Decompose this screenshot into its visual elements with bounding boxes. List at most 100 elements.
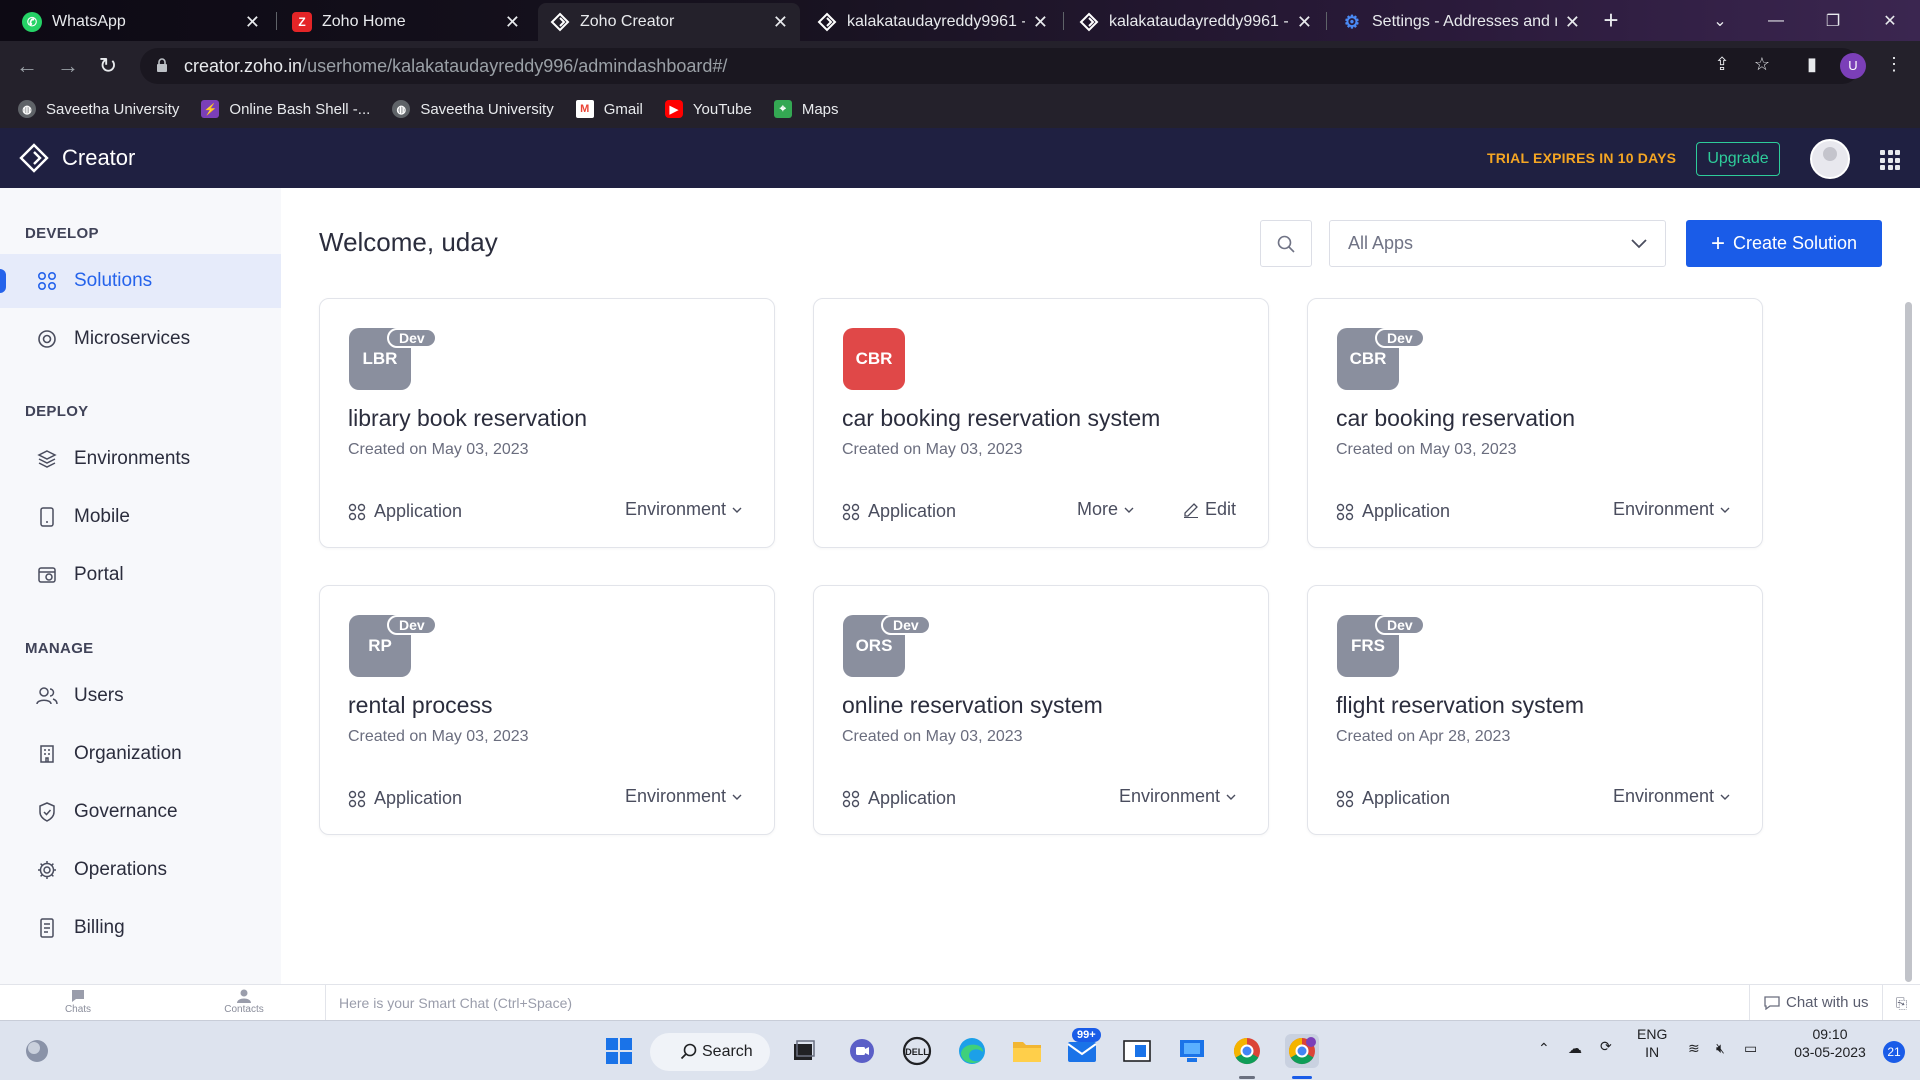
- sidebar-item-microservices[interactable]: Microservices: [0, 312, 281, 366]
- search-button[interactable]: [1260, 220, 1312, 267]
- volume-muted-icon[interactable]: 🔇︎: [1716, 1039, 1725, 1057]
- solution-card[interactable]: FRS Dev flight reservation system Create…: [1307, 585, 1763, 835]
- card-title[interactable]: car booking reservation: [1336, 405, 1575, 432]
- upgrade-button[interactable]: Upgrade: [1696, 142, 1780, 176]
- solution-card[interactable]: RP Dev rental process Created on May 03,…: [319, 585, 775, 835]
- bookmark-youtube[interactable]: ▶ YouTube: [664, 100, 752, 118]
- edit-button[interactable]: Edit: [1183, 499, 1236, 520]
- task-view-icon[interactable]: [787, 1034, 821, 1068]
- sidebar-item-users[interactable]: Users: [0, 669, 281, 723]
- close-tab-icon[interactable]: ✕: [773, 12, 788, 33]
- bookmark-gmail[interactable]: M Gmail: [575, 100, 643, 118]
- side-panel-icon[interactable]: ▮: [1800, 54, 1824, 78]
- language-indicator[interactable]: ENG IN: [1637, 1025, 1667, 1061]
- create-solution-button[interactable]: + Create Solution: [1686, 220, 1882, 267]
- tab-zoho-creator[interactable]: Zoho Creator ✕: [538, 3, 800, 41]
- chrome-profile-icon[interactable]: [1285, 1034, 1319, 1068]
- tab-kalakata-2[interactable]: kalakataudayreddy9961 - c ✕: [1067, 3, 1324, 41]
- chat-expand-icon[interactable]: ⎘: [1882, 985, 1920, 1021]
- dell-icon[interactable]: DELL: [900, 1034, 934, 1068]
- environment-label: Environment: [1118, 786, 1220, 806]
- contacts-button[interactable]: Contacts: [214, 989, 274, 1015]
- tab-whatsapp[interactable]: ✆ WhatsApp ✕: [10, 3, 272, 41]
- wifi-icon[interactable]: ≋: [1688, 1039, 1700, 1057]
- bookmark-star-icon[interactable]: ☆: [1750, 54, 1774, 78]
- weather-widget-icon[interactable]: [20, 1034, 54, 1068]
- forward-button[interactable]: →: [55, 53, 81, 79]
- notification-badge[interactable]: 21: [1883, 1041, 1905, 1063]
- bookmark-bash[interactable]: ⚡ Online Bash Shell -...: [201, 100, 370, 118]
- lock-icon[interactable]: [156, 58, 170, 74]
- share-icon[interactable]: ⇪: [1710, 54, 1734, 78]
- close-tab-icon[interactable]: ✕: [1565, 12, 1580, 33]
- chat-with-us-button[interactable]: Chat with us: [1749, 985, 1869, 1021]
- bookmark-saveetha[interactable]: ◍ Saveetha University: [18, 100, 179, 118]
- back-button[interactable]: ←: [14, 53, 40, 79]
- store-icon[interactable]: [1175, 1034, 1209, 1068]
- environment-dropdown[interactable]: Environment: [625, 786, 742, 807]
- app-filter-dropdown[interactable]: All Apps: [1329, 220, 1666, 267]
- solution-card[interactable]: LBR Dev library book reservation Created…: [319, 298, 775, 548]
- chats-button[interactable]: Chats: [48, 989, 108, 1015]
- new-tab-button[interactable]: +: [1597, 7, 1625, 35]
- sync-icon[interactable]: ⟳: [1600, 1037, 1612, 1055]
- tab-zoho-home[interactable]: Z Zoho Home ✕: [280, 3, 532, 41]
- close-window-button[interactable]: ✕: [1862, 0, 1918, 41]
- chrome-icon[interactable]: [1230, 1034, 1264, 1068]
- minimize-button[interactable]: —: [1748, 0, 1804, 41]
- sidebar-item-governance[interactable]: Governance: [0, 785, 281, 839]
- user-avatar[interactable]: [1810, 139, 1850, 179]
- tray-overflow-chevron-icon[interactable]: ⌃: [1538, 1039, 1550, 1057]
- close-tab-icon[interactable]: ✕: [245, 12, 260, 33]
- clock[interactable]: 09:10 03-05-2023: [1788, 1025, 1872, 1061]
- sidebar-item-billing[interactable]: Billing: [0, 901, 281, 955]
- page-scrollbar[interactable]: [1905, 302, 1912, 982]
- sidebar-item-mobile[interactable]: Mobile: [0, 490, 281, 544]
- card-type-label: Application: [1362, 501, 1451, 521]
- apps-grid-icon[interactable]: [1880, 150, 1900, 170]
- environment-dropdown[interactable]: Environment: [625, 499, 742, 520]
- bookmark-maps[interactable]: ⌖ Maps: [773, 100, 839, 118]
- onedrive-cloud-icon[interactable]: ☁: [1568, 1039, 1582, 1057]
- tab-settings[interactable]: ⚙ Settings - Addresses and m ✕: [1330, 3, 1592, 41]
- tab-search-chevron-icon[interactable]: ⌄: [1692, 0, 1748, 41]
- sidebar-item-solutions[interactable]: Solutions: [0, 254, 281, 308]
- card-title[interactable]: flight reservation system: [1336, 692, 1584, 719]
- environment-dropdown[interactable]: Environment: [1119, 786, 1236, 807]
- close-tab-icon[interactable]: ✕: [1033, 12, 1048, 33]
- sidebar-item-portal[interactable]: Portal: [0, 548, 281, 602]
- environment-dropdown[interactable]: Environment: [1613, 786, 1730, 807]
- close-tab-icon[interactable]: ✕: [1297, 12, 1312, 33]
- environment-dropdown[interactable]: Environment: [1613, 499, 1730, 520]
- sidebar-item-organization[interactable]: Organization: [0, 727, 281, 781]
- menu-kebab-icon[interactable]: ⋮: [1882, 54, 1906, 78]
- solution-card[interactable]: CBR Dev car booking reservation Created …: [1307, 298, 1763, 548]
- profile-avatar[interactable]: U: [1840, 53, 1866, 79]
- tab-kalakata-1[interactable]: kalakataudayreddy9961 - li ✕: [805, 3, 1060, 41]
- window-app-icon[interactable]: [1120, 1034, 1154, 1068]
- smart-chat-input[interactable]: Here is your Smart Chat (Ctrl+Space): [325, 985, 1749, 1021]
- sidebar-item-operations[interactable]: Operations: [0, 843, 281, 897]
- card-title[interactable]: car booking reservation system: [842, 405, 1160, 432]
- solution-card[interactable]: CBR car booking reservation system Creat…: [813, 298, 1269, 548]
- windows-start-icon[interactable]: [602, 1034, 636, 1068]
- creator-logo[interactable]: Creator: [18, 142, 135, 174]
- taskbar-search[interactable]: Search: [650, 1033, 770, 1071]
- browser-tab-bar: ✆ WhatsApp ✕ Z Zoho Home ✕ Zoho Creator …: [0, 0, 1920, 41]
- card-type-label: Application: [374, 788, 463, 808]
- solution-card[interactable]: ORS Dev online reservation system Create…: [813, 585, 1269, 835]
- bookmark-saveetha-2[interactable]: ◍ Saveetha University: [392, 100, 554, 118]
- card-title[interactable]: rental process: [348, 692, 492, 719]
- more-dropdown[interactable]: More: [1077, 499, 1134, 520]
- sidebar-item-environments[interactable]: Environments: [0, 432, 281, 486]
- close-tab-icon[interactable]: ✕: [505, 12, 520, 33]
- reload-button[interactable]: ↻: [95, 53, 121, 79]
- file-explorer-icon[interactable]: [1010, 1034, 1044, 1068]
- url-field[interactable]: creator.zoho.in/userhome/kalakataudayred…: [140, 48, 1860, 84]
- edge-browser-icon[interactable]: [955, 1034, 989, 1068]
- restore-button[interactable]: ❐: [1805, 0, 1861, 41]
- battery-icon[interactable]: ▭: [1744, 1039, 1757, 1057]
- card-title[interactable]: library book reservation: [348, 405, 587, 432]
- teams-chat-icon[interactable]: [845, 1034, 879, 1068]
- card-title[interactable]: online reservation system: [842, 692, 1103, 719]
